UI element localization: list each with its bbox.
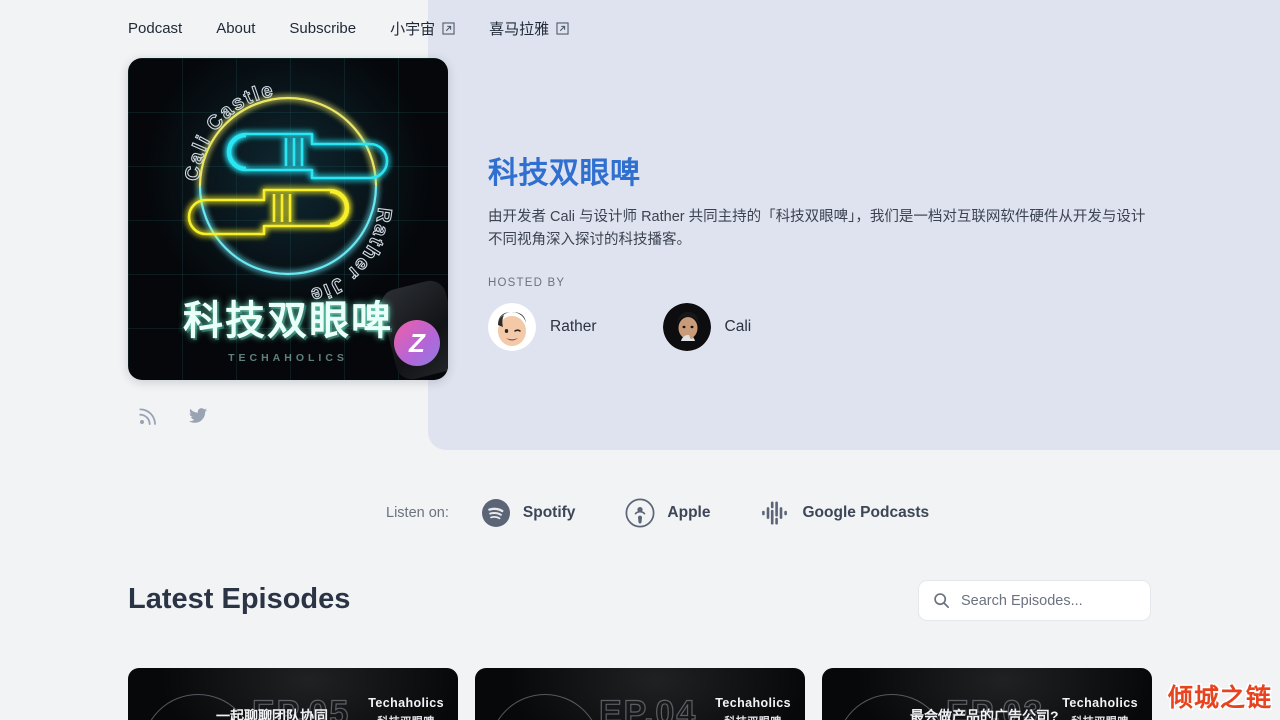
host-name: Cali xyxy=(724,317,752,335)
search-icon xyxy=(933,592,950,609)
watermark: 倾城之链 xyxy=(1167,684,1272,712)
episode-title-cn: 一起聊聊团队协同 xyxy=(216,708,328,720)
host-name: Rather xyxy=(550,317,597,335)
external-link-icon xyxy=(442,22,455,35)
listen-google-podcasts[interactable]: Google Podcasts xyxy=(760,498,929,528)
nav-label: About xyxy=(216,20,256,37)
brand-name: Techaholics xyxy=(715,696,791,710)
apple-podcasts-icon xyxy=(625,498,655,528)
brand-name: Techaholics xyxy=(368,696,444,710)
rss-icon[interactable] xyxy=(138,406,158,426)
listen-spotify[interactable]: Spotify xyxy=(481,498,576,528)
listen-platform-name: Apple xyxy=(667,504,711,521)
host-cali[interactable]: Cali xyxy=(662,302,752,351)
podcast-homepage: Podcast About Subscribe 小宇宙 喜马拉雅 Cali Ca… xyxy=(0,0,1280,720)
latest-episodes-heading: Latest Episodes xyxy=(128,583,351,615)
episode-card[interactable]: EP.05 一起聊聊团队协同 Techaholics 科技双眼啤 xyxy=(128,668,458,720)
nav-item-xiaoyuzhou[interactable]: 小宇宙 xyxy=(390,18,455,39)
nav-item-subscribe[interactable]: Subscribe xyxy=(289,20,356,37)
show-description: 由开发者 Cali 与设计师 Rather 共同主持的「科技双眼啤」，我们是一档… xyxy=(488,209,1146,249)
show-info: 科技双眼啤 由开发者 Cali 与设计师 Rather 共同主持的「科技双眼啤」… xyxy=(488,148,1156,351)
social-links xyxy=(138,406,208,426)
podcast-cover-art: Cali Castle Rather Jie 科技双眼啤 TECHAHOLICS… xyxy=(128,58,448,380)
listen-on-row: Listen on: Spotify Apple Google Podcasts xyxy=(386,498,929,528)
card-brand: Techaholics 科技双眼啤 xyxy=(715,696,791,720)
brand-name: Techaholics xyxy=(1062,696,1138,710)
episode-card[interactable]: EP.03 最会做产品的广告公司? Techaholics 科技双眼啤 xyxy=(822,668,1152,720)
listen-platform-name: Spotify xyxy=(522,504,576,521)
external-link-icon xyxy=(556,22,569,35)
episode-title-cn: 最会做产品的广告公司? xyxy=(910,708,1059,720)
host-rather[interactable]: Rather xyxy=(488,302,597,351)
hosts-list: Rather Cali xyxy=(488,302,1156,351)
spotify-icon xyxy=(481,498,511,528)
avatar xyxy=(662,302,711,351)
search-input[interactable] xyxy=(961,592,1136,609)
brand-name-cn: 科技双眼啤 xyxy=(368,713,444,720)
nav-label: 喜马拉雅 xyxy=(489,21,550,38)
card-brand: Techaholics 科技双眼啤 xyxy=(1062,696,1138,720)
page-title: 科技双眼啤 xyxy=(488,157,641,190)
cover-badge: Z xyxy=(394,320,440,366)
nav-item-podcast[interactable]: Podcast xyxy=(128,20,182,37)
nav-label: Subscribe xyxy=(289,20,357,37)
episode-card[interactable]: EP.04 Techaholics 科技双眼啤 xyxy=(475,668,805,720)
google-podcasts-icon xyxy=(760,498,790,528)
listen-on-label: Listen on: xyxy=(386,505,449,521)
listen-apple[interactable]: Apple xyxy=(625,498,710,528)
twitter-icon[interactable] xyxy=(188,406,208,426)
search-episodes-box[interactable] xyxy=(918,580,1151,621)
episode-number: EP.04 xyxy=(598,693,698,720)
nav-label: Podcast xyxy=(128,20,183,37)
episode-cards: EP.05 一起聊聊团队协同 Techaholics 科技双眼啤 EP.04 T… xyxy=(128,668,1152,720)
main-navigation: Podcast About Subscribe 小宇宙 喜马拉雅 xyxy=(128,18,569,39)
avatar xyxy=(488,302,536,351)
nav-item-about[interactable]: About xyxy=(216,20,255,37)
nav-item-ximalaya[interactable]: 喜马拉雅 xyxy=(489,18,569,39)
svg-text:Cali Castle: Cali Castle xyxy=(182,79,277,182)
listen-platform-name: Google Podcasts xyxy=(802,504,930,521)
card-brand: Techaholics 科技双眼啤 xyxy=(368,696,444,720)
brand-name-cn: 科技双眼啤 xyxy=(715,713,791,720)
nav-label: 小宇宙 xyxy=(390,21,436,38)
brand-name-cn: 科技双眼啤 xyxy=(1062,713,1138,720)
hosted-by-label: HOSTED BY xyxy=(488,276,566,289)
